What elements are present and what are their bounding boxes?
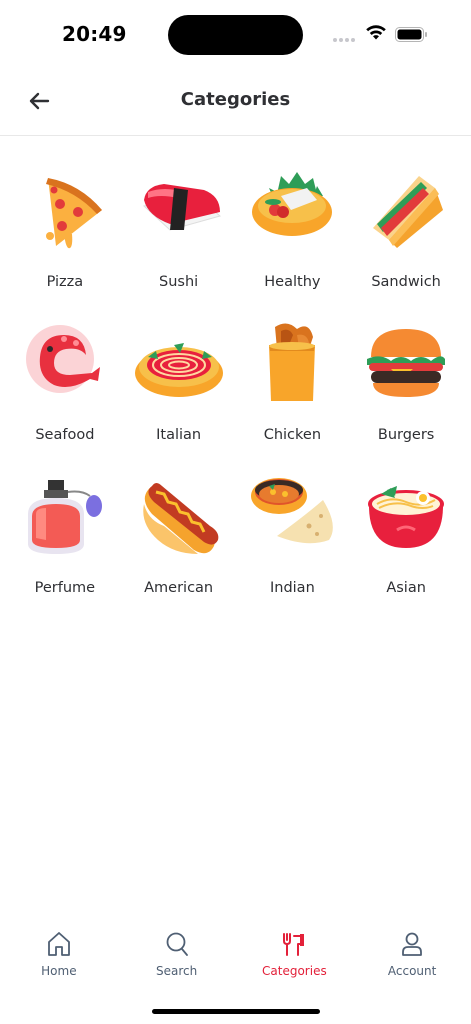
- bottom-nav: Home Search Categories Account: [0, 922, 471, 990]
- sandwich-icon: [373, 176, 444, 248]
- home-indicator[interactable]: [152, 1009, 320, 1014]
- cutlery-icon: [283, 933, 305, 956]
- category-label: Seafood: [35, 427, 95, 443]
- category-seafood[interactable]: Seafood: [8, 311, 122, 464]
- category-asian[interactable]: Asian: [349, 464, 463, 617]
- nav-label: Home: [41, 964, 77, 978]
- indian-icon: [251, 478, 334, 544]
- battery-icon: [395, 27, 427, 42]
- italian-icon: [134, 343, 223, 397]
- search-icon: [166, 932, 188, 956]
- page-title: Categories: [180, 89, 291, 110]
- nav-label: Account: [387, 964, 437, 978]
- category-label: Sandwich: [371, 274, 441, 290]
- status-bar: 20:49: [0, 0, 471, 68]
- category-sandwich[interactable]: Sandwich: [349, 158, 463, 311]
- category-label: Italian: [156, 427, 202, 443]
- home-icon: [47, 932, 70, 956]
- burger-icon: [367, 329, 446, 397]
- category-chicken[interactable]: Chicken: [236, 311, 350, 464]
- ramen-icon: [368, 486, 445, 548]
- sushi-icon: [142, 184, 221, 231]
- category-label: Healthy: [264, 274, 321, 290]
- hotdog-icon: [142, 483, 218, 554]
- dynamic-island: [168, 15, 303, 55]
- category-perfume[interactable]: Perfume: [8, 464, 122, 617]
- nav-home[interactable]: Home: [0, 922, 118, 990]
- category-label: Asian: [386, 580, 426, 596]
- category-label: Perfume: [34, 580, 96, 596]
- account-icon: [402, 932, 423, 956]
- signal-icon: [333, 38, 355, 42]
- category-label: Burgers: [377, 427, 435, 443]
- chicken-icon: [269, 323, 316, 401]
- status-time: 20:49: [62, 22, 127, 46]
- category-label: Sushi: [159, 274, 199, 290]
- nav-search[interactable]: Search: [118, 922, 236, 990]
- category-burgers[interactable]: Burgers: [349, 311, 463, 464]
- pizza-icon: [45, 178, 102, 249]
- category-pizza[interactable]: Pizza: [8, 158, 122, 311]
- header: Categories: [0, 68, 471, 136]
- categories-grid: Pizza Sushi Healthy Sandwich Seafood Ita…: [8, 158, 463, 617]
- nav-label: Categories: [262, 964, 327, 978]
- category-sushi[interactable]: Sushi: [122, 158, 236, 311]
- nav-categories[interactable]: Categories: [236, 922, 354, 990]
- seafood-icon: [25, 325, 100, 393]
- category-label: American: [144, 580, 214, 596]
- healthy-icon: [252, 172, 333, 236]
- perfume-icon: [27, 480, 102, 554]
- nav-label: Search: [156, 964, 198, 978]
- category-label: Pizza: [46, 274, 84, 290]
- category-label: Indian: [269, 580, 315, 596]
- category-italian[interactable]: Italian: [122, 311, 236, 464]
- nav-account[interactable]: Account: [353, 922, 471, 990]
- category-indian[interactable]: Indian: [236, 464, 350, 617]
- category-healthy[interactable]: Healthy: [236, 158, 350, 311]
- category-label: Chicken: [263, 427, 322, 443]
- category-american[interactable]: American: [122, 464, 236, 617]
- wifi-icon: [366, 25, 386, 40]
